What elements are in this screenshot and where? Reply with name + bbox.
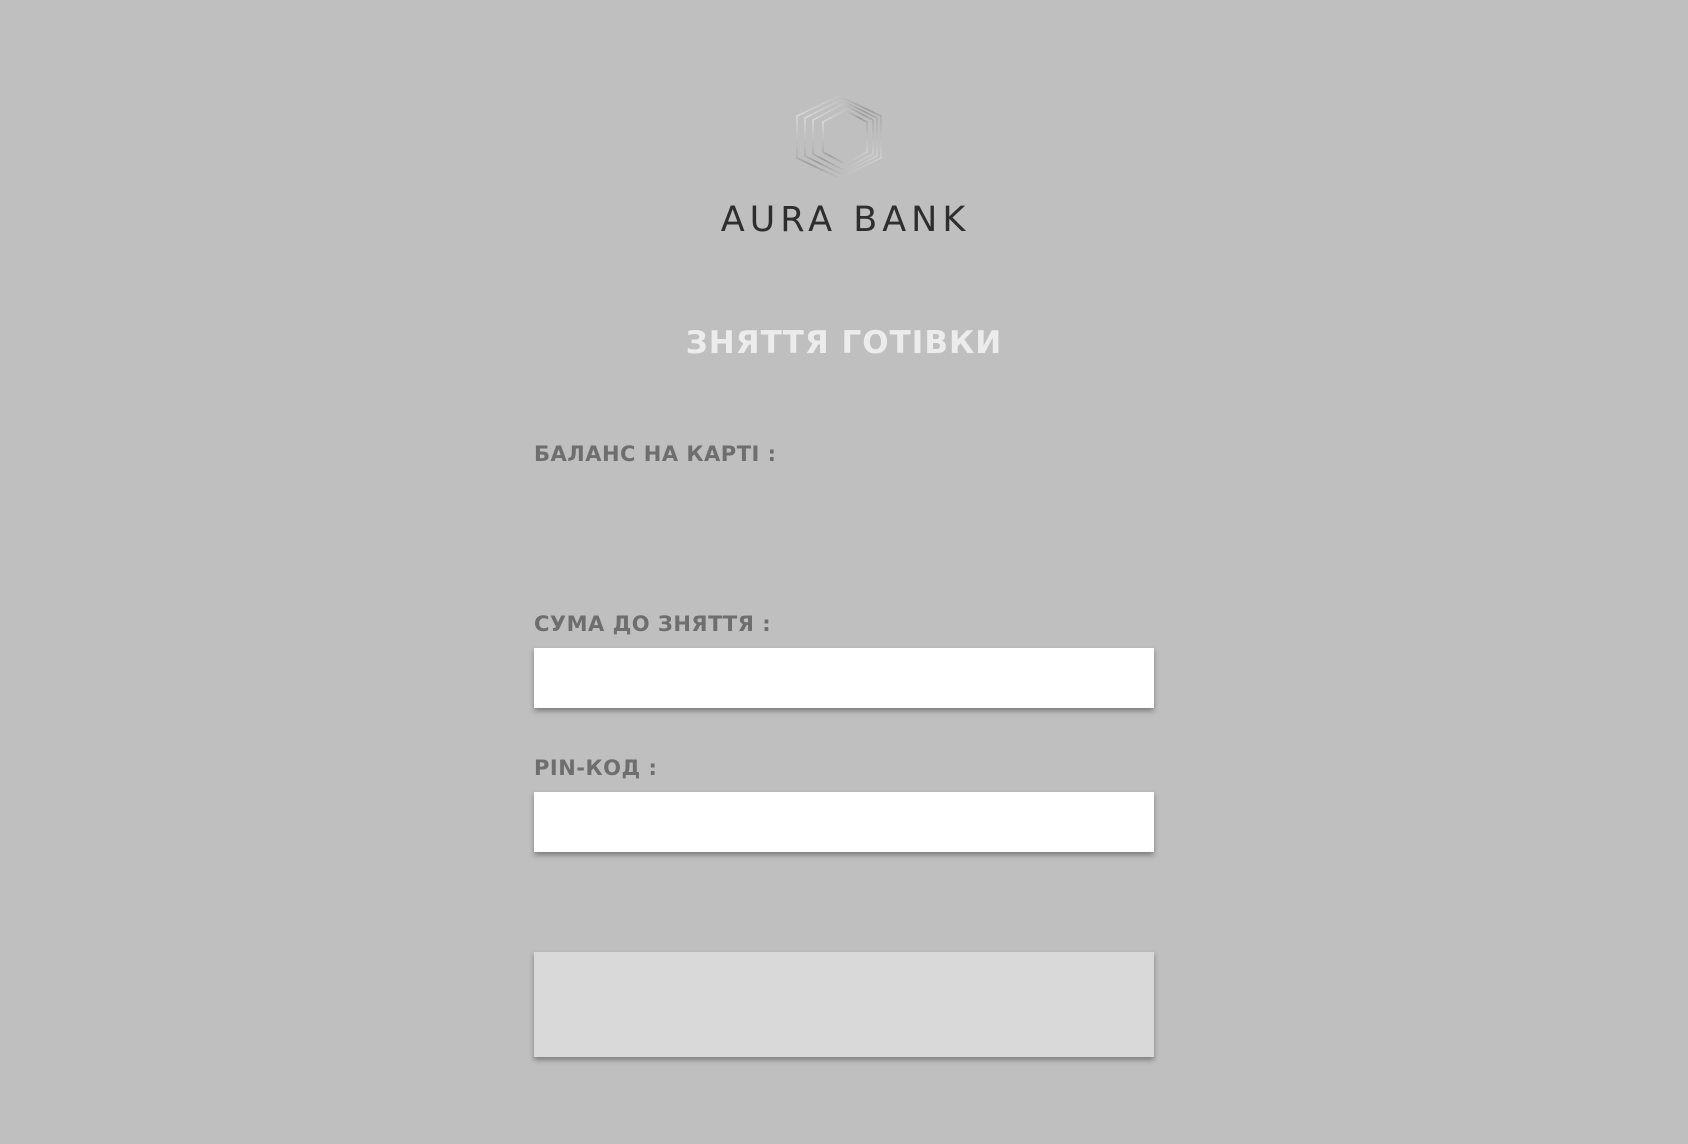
brand-name: AURA BANK xyxy=(720,200,971,240)
balance-value xyxy=(534,480,1154,540)
amount-input[interactable] xyxy=(534,648,1154,708)
balance-label: БАЛАНС НА КАРТІ : xyxy=(534,442,777,466)
hexagon-logo-icon xyxy=(796,95,882,179)
pin-label: PIN-КОД : xyxy=(534,756,658,780)
withdraw-button[interactable] xyxy=(534,952,1154,1057)
amount-label: СУМА ДО ЗНЯТТЯ : xyxy=(534,612,772,636)
page-title: ЗНЯТТЯ ГОТІВКИ xyxy=(685,325,1003,361)
pin-input[interactable] xyxy=(534,792,1154,852)
